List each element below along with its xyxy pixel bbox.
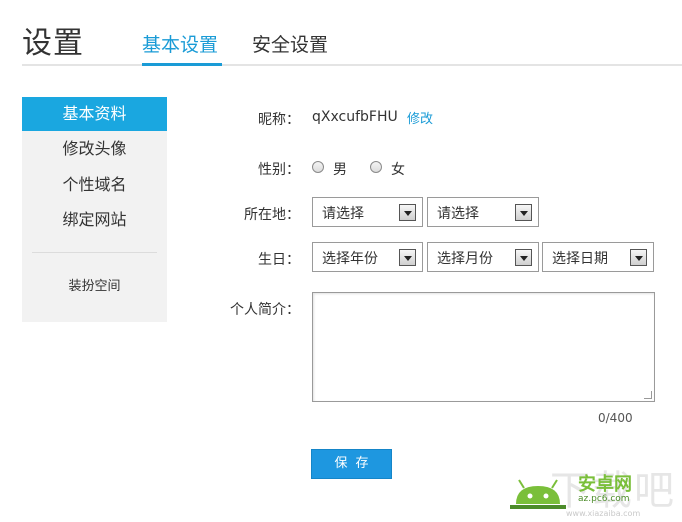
watermark-brand: 安卓网 xyxy=(578,474,632,495)
edit-nickname-link[interactable]: 修改 xyxy=(407,108,433,127)
bio-label: 个人简介： xyxy=(230,302,300,318)
resize-handle-icon[interactable] xyxy=(644,391,652,399)
nickname-value: qXxcufbFHU xyxy=(312,109,398,125)
chevron-down-icon xyxy=(630,249,647,266)
save-button[interactable]: 保存 xyxy=(311,449,392,479)
gender-label: 性别： xyxy=(258,162,300,178)
watermark-url-secondary: www.xiazaiba.com xyxy=(566,509,641,518)
city-select-value: 请选择 xyxy=(437,206,479,222)
sidebar-item-change-avatar[interactable]: 修改头像 xyxy=(22,132,167,166)
city-select[interactable]: 请选择 xyxy=(427,197,539,227)
birth-day-value: 选择日期 xyxy=(552,251,608,267)
watermark: 下载吧 安卓网 az.pc6.com www.xiazaiba.com xyxy=(500,458,682,522)
birth-month-value: 选择月份 xyxy=(437,251,493,267)
chevron-down-icon xyxy=(399,249,416,266)
chevron-down-icon xyxy=(515,249,532,266)
birth-month-select[interactable]: 选择月份 xyxy=(427,242,539,272)
chevron-down-icon xyxy=(515,204,532,221)
nickname-label: 昵称： xyxy=(258,112,300,128)
sidebar-item-basic-info[interactable]: 基本资料 xyxy=(22,97,167,131)
header-divider xyxy=(22,64,682,66)
tab-basic-settings[interactable]: 基本设置 xyxy=(142,30,218,57)
tab-security-settings[interactable]: 安全设置 xyxy=(252,30,328,57)
sidebar-item-custom-domain[interactable]: 个性域名 xyxy=(22,168,167,202)
bio-char-counter: 0/400 xyxy=(598,411,633,425)
gender-female-radio[interactable] xyxy=(370,161,382,173)
province-select-value: 请选择 xyxy=(322,206,364,222)
gender-male-label: 男 xyxy=(333,162,347,178)
province-select[interactable]: 请选择 xyxy=(312,197,423,227)
android-logo-icon xyxy=(510,479,566,509)
gender-male-radio[interactable] xyxy=(312,161,324,173)
birth-year-select[interactable]: 选择年份 xyxy=(312,242,423,272)
location-label: 所在地： xyxy=(244,207,300,223)
sidebar-item-decorate-space[interactable]: 装扮空间 xyxy=(22,275,167,294)
sidebar: 基本资料 修改头像 个性域名 绑定网站 装扮空间 xyxy=(22,97,167,322)
active-tab-indicator xyxy=(142,63,222,66)
bio-textarea[interactable] xyxy=(312,292,655,402)
sidebar-item-bind-website[interactable]: 绑定网站 xyxy=(22,203,167,237)
birth-year-value: 选择年份 xyxy=(322,251,378,267)
chevron-down-icon xyxy=(399,204,416,221)
birth-day-select[interactable]: 选择日期 xyxy=(542,242,654,272)
page-title: 设置 xyxy=(22,26,84,61)
gender-female-label: 女 xyxy=(391,162,405,178)
watermark-url: az.pc6.com xyxy=(578,494,630,504)
sidebar-divider xyxy=(32,252,157,253)
birthday-label: 生日： xyxy=(258,252,300,268)
